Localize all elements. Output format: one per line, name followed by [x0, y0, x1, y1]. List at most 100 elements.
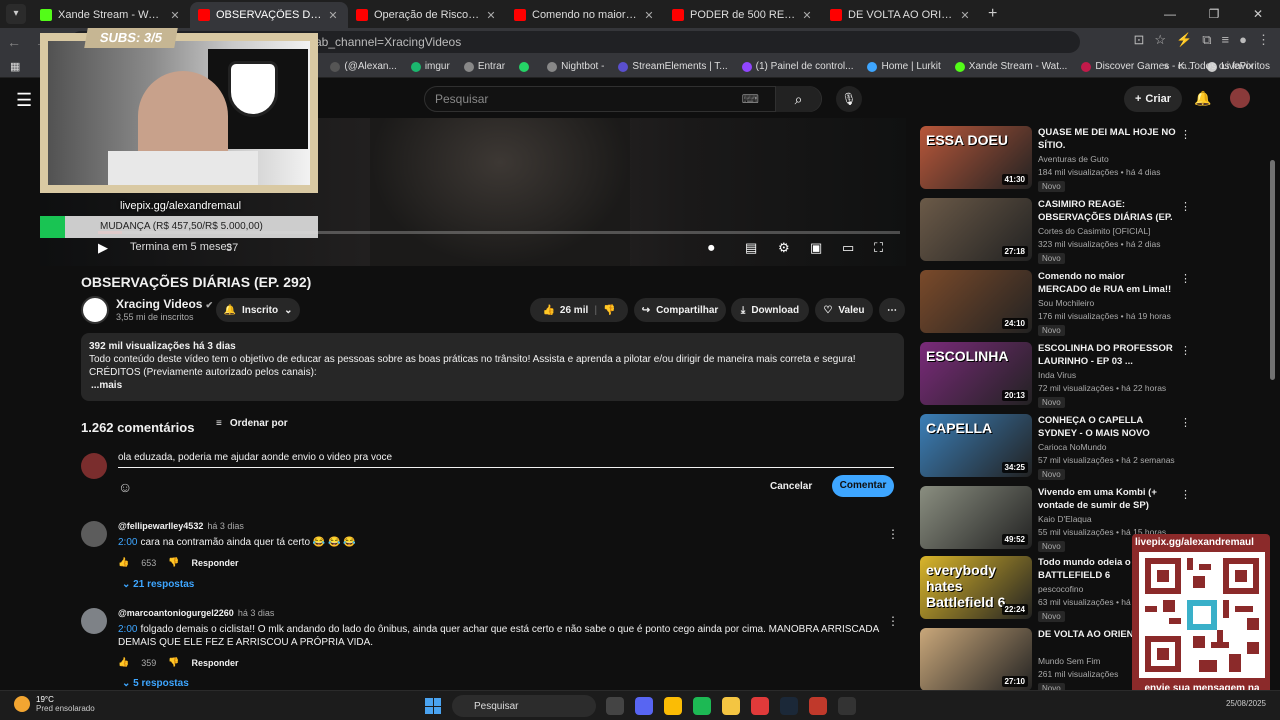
bookmark-item[interactable]: Xande Stream - Wat... [954, 61, 1067, 72]
menu-hamburger-icon[interactable]: ☰ [16, 90, 32, 111]
browser-tab[interactable]: DE VOLTA AO ORIENTE MÉDIO ✕ [822, 2, 980, 28]
thumbs-up-icon[interactable]: 👍 [118, 557, 129, 568]
taskbar-app-icon[interactable] [809, 697, 827, 715]
recommended-video[interactable]: CAPELLA 34:25 CONHEÇA O CAPELLA SYDNEY -… [920, 414, 1191, 480]
taskbar-app-icon[interactable] [722, 697, 740, 715]
tab-close-icon[interactable]: ✕ [484, 9, 498, 22]
description-box[interactable]: 392 mil visualizações há 3 dias Todo con… [81, 333, 904, 401]
more-options-icon[interactable]: ⋮ [1180, 344, 1191, 357]
more-options-icon[interactable]: ⋮ [1180, 128, 1191, 141]
back-icon[interactable]: ← [0, 34, 28, 50]
recommended-channel[interactable]: Inda Virus [1038, 370, 1076, 380]
search-input[interactable]: Pesquisar [425, 92, 742, 106]
restore-icon[interactable]: ❐ [1192, 7, 1236, 21]
bookmark-item[interactable]: StreamElements | T... [618, 61, 728, 72]
video-thumbnail[interactable]: ESSA DOEU 41:30 [920, 126, 1032, 189]
subscribed-button[interactable]: 🔔 Inscrito ⌄ [216, 298, 300, 322]
autoplay-toggle[interactable]: ⏺ [708, 240, 715, 256]
video-thumbnail[interactable]: 27:18 [920, 198, 1032, 261]
like-button[interactable]: 👍 26 mil [542, 305, 588, 316]
recommended-channel[interactable]: Carioca NoMundo [1038, 442, 1107, 452]
apps-grid-icon[interactable]: ▦ [10, 60, 20, 73]
theater-mode-icon[interactable]: ▭ [842, 240, 854, 256]
page-scrollbar[interactable] [1270, 160, 1275, 380]
more-options-icon[interactable]: ⋮ [1180, 272, 1191, 285]
minimize-icon[interactable]: — [1148, 7, 1192, 21]
account-avatar[interactable] [1230, 88, 1250, 108]
settings-gear-icon[interactable]: ⚙ [778, 240, 790, 256]
bookmark-item[interactable]: imgur [410, 61, 450, 72]
tab-close-icon[interactable]: ✕ [642, 9, 656, 22]
tab-close-icon[interactable]: ✕ [958, 9, 972, 22]
all-bookmarks[interactable]: » ▭ Todos os favoritos [1163, 61, 1270, 72]
video-thumbnail[interactable]: CAPELLA 34:25 [920, 414, 1032, 477]
browser-tab[interactable]: PODER de 500 REAIS na TAILÂN ✕ [664, 2, 822, 28]
recommended-title[interactable]: CASIMIRO REAGE: OBSERVAÇÕES DIÁRIAS (EP.… [1038, 198, 1176, 224]
channel-name[interactable]: Xracing Videos ✔ [116, 297, 213, 311]
reply-button[interactable]: Responder [191, 558, 238, 568]
recommended-title[interactable]: Comendo no maior MERCADO de RUA em Lima!… [1038, 270, 1176, 296]
puzzle-icon[interactable]: ⧉ [1202, 32, 1211, 48]
channel-avatar[interactable] [81, 296, 109, 324]
media-icon[interactable]: ≡ [1222, 32, 1230, 48]
more-options-icon[interactable]: ⋮ [1180, 488, 1191, 501]
microphone-icon[interactable]: 🎙 [836, 86, 862, 112]
taskbar-app-icon[interactable] [664, 697, 682, 715]
view-replies-button[interactable]: ⌄ 5 respostas [122, 678, 189, 689]
search-icon[interactable]: ⌕ [775, 86, 821, 112]
bookmark-item[interactable] [519, 61, 533, 72]
extension-icon[interactable]: ⚡ [1176, 32, 1192, 48]
taskbar-app-icon[interactable] [780, 697, 798, 715]
bookmark-item[interactable]: (@Alexan... [330, 61, 397, 72]
thanks-button[interactable]: ♡ Valeu [815, 298, 873, 322]
commenter-avatar[interactable] [81, 608, 107, 634]
comment-input[interactable]: ola eduzada, poderia me ajudar aonde env… [118, 452, 894, 468]
thumbs-down-icon[interactable]: 👎 [168, 657, 179, 668]
keyboard-icon[interactable]: ⌨ [742, 92, 759, 106]
fullscreen-icon[interactable]: ⛶ [874, 240, 883, 256]
comment-author[interactable]: @fellipewarlley4532 [118, 521, 203, 531]
more-options-icon[interactable]: ⋮ [1180, 200, 1191, 213]
recommended-channel[interactable]: Mundo Sem Fim [1038, 656, 1100, 666]
bookmark-item[interactable]: Entrar [463, 61, 505, 72]
comment-submit-button[interactable]: Comentar [832, 475, 894, 497]
cancel-button[interactable]: Cancelar [770, 481, 812, 492]
taskbar-app-icon[interactable] [838, 697, 856, 715]
sort-comments-button[interactable]: ≡ Ordenar por [216, 418, 288, 429]
timestamp-link[interactable]: 2:00 [118, 537, 137, 548]
comment-author[interactable]: @marcoantoniogurgel2260 [118, 608, 234, 618]
video-thumbnail[interactable]: 49:52 [920, 486, 1032, 549]
weather-widget[interactable]: 19°C Pred ensolarado [14, 695, 95, 713]
close-window-icon[interactable]: ✕ [1236, 7, 1280, 21]
thumbs-down-icon[interactable]: 👎 [168, 557, 179, 568]
thumbs-down-icon[interactable]: 👎 [603, 305, 615, 316]
recommended-video[interactable]: ESSA DOEU 41:30 QUASE ME DEI MAL HOJE NO… [920, 126, 1191, 192]
recommended-channel[interactable]: Aventuras de Guto [1038, 154, 1109, 164]
video-thumbnail[interactable]: ESCOLINHA 20:13 [920, 342, 1032, 405]
new-tab-button[interactable]: + [988, 5, 997, 23]
video-thumbnail[interactable]: 24:10 [920, 270, 1032, 333]
show-more-link[interactable]: ...mais [89, 379, 896, 392]
recommended-channel[interactable]: Kaio D'Elaqua [1038, 514, 1092, 524]
play-icon[interactable]: ▶ [98, 240, 108, 256]
taskbar-app-icon[interactable] [635, 697, 653, 715]
more-options-icon[interactable]: ⋮ [1180, 416, 1191, 429]
commenter-avatar[interactable] [81, 521, 107, 547]
recommended-title[interactable]: ESCOLINHA DO PROFESSOR LAURINHO - EP 03 … [1038, 342, 1176, 368]
windows-start-icon[interactable] [425, 698, 441, 714]
recommended-video[interactable]: 27:18 CASIMIRO REAGE: OBSERVAÇÕES DIÁRIA… [920, 198, 1191, 264]
create-button[interactable]: + Criar [1124, 86, 1182, 112]
taskbar-app-icon[interactable] [751, 697, 769, 715]
bookmark-item[interactable]: (1) Painel de control... [741, 61, 853, 72]
browser-tab[interactable]: Xande Stream - Watch Live on K ✕ [32, 2, 190, 28]
recommended-channel[interactable]: Cortes do Casimito [OFICIAL] [1038, 226, 1150, 236]
reply-button[interactable]: Responder [191, 658, 238, 668]
emoji-icon[interactable]: ☺ [118, 479, 132, 495]
thumbs-up-icon[interactable]: 👍 [118, 657, 129, 668]
notifications-bell-icon[interactable]: 🔔 [1194, 90, 1211, 107]
download-button[interactable]: ⤓ Download [731, 298, 809, 322]
search-box[interactable]: Pesquisar ⌨ ⌕ [424, 86, 822, 112]
more-actions-icon[interactable]: ⋯ [879, 298, 905, 322]
tab-close-icon[interactable]: ✕ [168, 9, 182, 22]
tab-close-icon[interactable]: ✕ [326, 9, 340, 22]
